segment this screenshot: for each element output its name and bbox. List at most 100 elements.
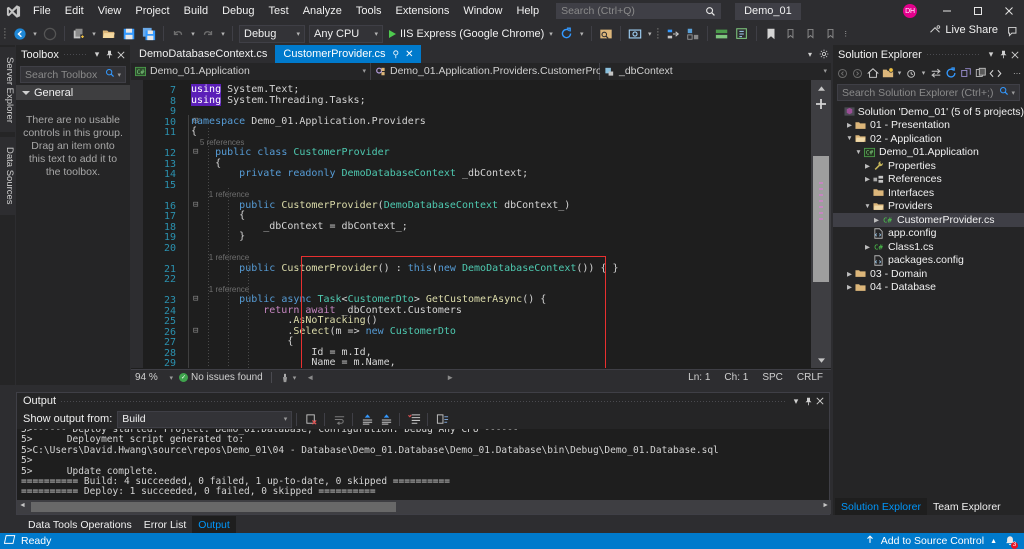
send-feedback-icon[interactable] bbox=[1007, 25, 1020, 41]
navigate-backward-dropdown[interactable]: ▾ bbox=[30, 24, 40, 44]
solution-explorer-menu-icon[interactable]: ▾ bbox=[985, 47, 997, 62]
close-button[interactable] bbox=[993, 0, 1024, 22]
toggle-word-wrap-icon[interactable] bbox=[331, 411, 348, 428]
nav-type-dropdown[interactable]: Demo_01.Application.Providers.CustomerPr… bbox=[371, 62, 636, 80]
navigate-forward-icon[interactable] bbox=[40, 24, 60, 44]
clear-output-icon[interactable] bbox=[303, 411, 320, 428]
chevron-down-icon[interactable]: ▼ bbox=[845, 135, 854, 142]
toolbar-overflow-icon[interactable]: ⋯ bbox=[1012, 65, 1022, 81]
editor-tab-demodatabasecontext[interactable]: DemoDatabaseContext.cs bbox=[131, 45, 276, 63]
chevron-down-icon[interactable]: ▼ bbox=[863, 203, 872, 210]
tab-output[interactable]: Output bbox=[192, 516, 236, 533]
scroll-down-icon[interactable] bbox=[811, 352, 831, 368]
code-cleanup-button[interactable]: ▾ bbox=[280, 373, 296, 383]
tree-item[interactable]: ▶ C# Class1.cs bbox=[833, 240, 1024, 254]
new-project-dropdown[interactable]: ▾ bbox=[89, 24, 99, 44]
minimize-button[interactable] bbox=[931, 0, 962, 22]
solution-configuration-combo[interactable]: Debug ▾ bbox=[239, 24, 305, 43]
hot-reload-dropdown[interactable]: ▾ bbox=[577, 24, 587, 44]
tree-item[interactable]: ▼ Providers bbox=[833, 200, 1024, 214]
issues-indicator[interactable]: ✓ No issues found bbox=[179, 372, 263, 383]
tree-item[interactable]: ▶ 01 - Presentation bbox=[833, 119, 1024, 133]
previous-bookmark-icon[interactable] bbox=[801, 24, 821, 44]
solution-explorer-icon[interactable] bbox=[712, 24, 732, 44]
user-avatar[interactable]: DH bbox=[903, 4, 917, 18]
toolbar-grip-2[interactable] bbox=[655, 26, 663, 42]
scroll-left-icon[interactable]: ◄ bbox=[19, 502, 26, 509]
chevron-right-icon[interactable]: ▶ bbox=[872, 216, 881, 224]
menu-window[interactable]: Window bbox=[456, 0, 509, 22]
view-code-icon[interactable] bbox=[988, 65, 1003, 81]
pin-icon[interactable]: ⚲ bbox=[393, 49, 400, 60]
notifications-icon[interactable]: 3 bbox=[1003, 535, 1018, 549]
tree-item[interactable]: app.config bbox=[833, 227, 1024, 241]
bookmark-icon[interactable] bbox=[761, 24, 781, 44]
menu-tools[interactable]: Tools bbox=[349, 0, 389, 22]
indentation-indicator[interactable]: SPC bbox=[762, 372, 783, 383]
output-menu-icon[interactable]: ▾ bbox=[790, 394, 802, 409]
step-over-icon[interactable] bbox=[683, 24, 703, 44]
toolbox-search-input[interactable]: Search Toolbox ▾ bbox=[20, 66, 126, 83]
editor-tab-customerprovider[interactable]: CustomerProvider.cs ⚲ ✕ bbox=[275, 45, 422, 63]
menu-edit[interactable]: Edit bbox=[58, 0, 91, 22]
back-icon[interactable] bbox=[835, 65, 850, 81]
output-close-icon[interactable] bbox=[814, 394, 826, 409]
tab-error-list[interactable]: Error List bbox=[138, 516, 193, 533]
menu-extensions[interactable]: Extensions bbox=[389, 0, 457, 22]
chevron-right-icon[interactable]: ▶ bbox=[863, 175, 872, 183]
nav-project-dropdown[interactable]: C# Demo_01.Application ▾ bbox=[131, 62, 371, 80]
toolbox-group-general[interactable]: General bbox=[16, 85, 130, 100]
pending-changes-icon[interactable] bbox=[904, 65, 919, 81]
code-text[interactable]: using System.Text; using System.Threading… bbox=[191, 80, 811, 368]
start-debugging-button[interactable]: IIS Express (Google Chrome) ▾ bbox=[385, 24, 557, 44]
go-to-previous-message-icon[interactable] bbox=[359, 411, 376, 428]
server-explorer-tab[interactable]: Server Explorer bbox=[0, 47, 15, 132]
clear-bookmarks-icon[interactable] bbox=[821, 24, 841, 44]
tree-item[interactable]: ▶ References bbox=[833, 173, 1024, 187]
menu-project[interactable]: Project bbox=[128, 0, 176, 22]
data-sources-tab[interactable]: Data Sources bbox=[0, 137, 15, 215]
solution-explorer-drag-dots[interactable] bbox=[926, 54, 980, 55]
step-into-icon[interactable] bbox=[663, 24, 683, 44]
properties-window-icon[interactable] bbox=[732, 24, 752, 44]
pending-dropdown-icon[interactable]: ▾ bbox=[919, 65, 928, 81]
nav-member-dropdown[interactable]: _dbContext ▾ bbox=[600, 62, 831, 80]
pin-icon[interactable] bbox=[802, 394, 814, 409]
chevron-right-icon[interactable]: ▶ bbox=[863, 243, 872, 251]
code-editor-surface[interactable]: 7 8 9 10 ⊟ 11 12 ⊟ 13 14 15 16 ⊟ 17 18 19 20 21 22 23 ⊟ 24 25 2… bbox=[131, 80, 831, 368]
redo-dropdown[interactable]: ▾ bbox=[218, 24, 228, 44]
menu-test[interactable]: Test bbox=[262, 0, 296, 22]
sync-with-active-document-icon[interactable] bbox=[928, 65, 943, 81]
tree-item[interactable]: ▼ 02 - Application bbox=[833, 132, 1024, 146]
pending-changes-filter-icon[interactable] bbox=[880, 65, 895, 81]
tree-item[interactable]: ▶ Properties bbox=[833, 159, 1024, 173]
hscroll-left-icon[interactable]: ◄ bbox=[306, 373, 314, 382]
undo-dropdown[interactable]: ▾ bbox=[188, 24, 198, 44]
navigate-backward-icon[interactable] bbox=[10, 24, 30, 44]
tree-item[interactable]: ▶ C# CustomerProvider.cs bbox=[833, 213, 1024, 227]
close-icon[interactable]: ✕ bbox=[405, 49, 413, 60]
tab-team-explorer[interactable]: Team Explorer bbox=[927, 498, 1007, 515]
hot-reload-icon[interactable] bbox=[557, 24, 577, 44]
toggle-output-settings-icon[interactable] bbox=[434, 411, 451, 428]
solution-explorer-close-icon[interactable] bbox=[1009, 47, 1021, 62]
chevron-right-icon[interactable]: ▶ bbox=[845, 283, 854, 291]
toolbox-menu-icon[interactable]: ▾ bbox=[91, 47, 103, 62]
chevron-down-icon[interactable]: ▾ bbox=[117, 71, 121, 79]
toolbox-drag-dots[interactable] bbox=[63, 54, 86, 55]
live-preview-icon[interactable] bbox=[596, 24, 616, 44]
go-to-next-message-icon[interactable] bbox=[378, 411, 395, 428]
menu-file[interactable]: File bbox=[26, 0, 58, 22]
refresh-icon[interactable] bbox=[943, 65, 958, 81]
save-all-icon[interactable] bbox=[139, 24, 159, 44]
toolbox-close-icon[interactable] bbox=[115, 47, 127, 62]
scroll-right-icon[interactable]: ► bbox=[822, 502, 829, 509]
add-to-source-control-button[interactable]: Add to Source Control bbox=[881, 535, 984, 547]
chevron-right-icon[interactable]: ▶ bbox=[845, 121, 854, 129]
new-project-icon[interactable] bbox=[69, 24, 89, 44]
maximize-button[interactable] bbox=[962, 0, 993, 22]
menu-help[interactable]: Help bbox=[509, 0, 546, 22]
tree-item[interactable]: ▶ 04 - Database bbox=[833, 281, 1024, 295]
chevron-up-icon[interactable]: ▲ bbox=[990, 538, 997, 545]
toolbar-overflow-icon[interactable]: ⋮ bbox=[841, 24, 851, 44]
